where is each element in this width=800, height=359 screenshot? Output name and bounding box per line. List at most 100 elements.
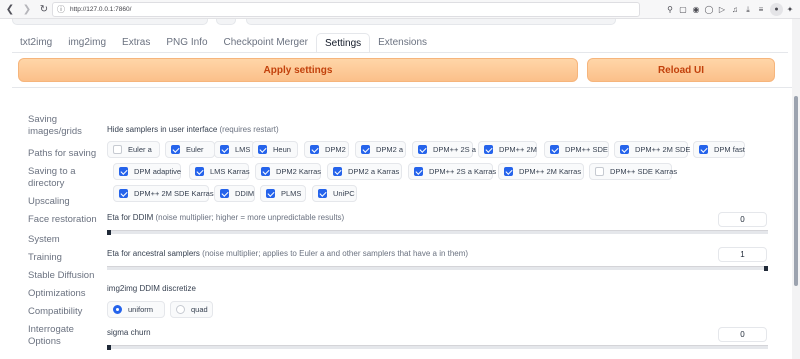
eta-ancestral-input[interactable]: 1 (718, 247, 767, 262)
sampler-option-heun[interactable]: Heun (252, 141, 298, 158)
checkbox-checked[interactable] (119, 167, 128, 176)
checkbox-checked[interactable] (699, 145, 708, 154)
radio-selected[interactable] (113, 305, 122, 314)
sigma-churn-slider[interactable] (107, 345, 768, 350)
sampler-option-dpmpp-sde[interactable]: DPM++ SDE (544, 141, 609, 158)
radio-unselected[interactable] (176, 305, 185, 314)
sidebar-item-system[interactable]: System (28, 234, 98, 246)
checkbox-checked[interactable] (195, 167, 204, 176)
tab-checkpoint-merger[interactable]: Checkpoint Merger (216, 33, 316, 53)
sampler-option-plms[interactable]: PLMS (260, 185, 306, 202)
sampler-option-dpmpp-2m-sde[interactable]: DPM++ 2M SDE (614, 141, 690, 158)
checkbox-checked[interactable] (504, 167, 513, 176)
eta-ddim-slider[interactable] (107, 230, 768, 235)
checkbox-checked[interactable] (620, 145, 629, 154)
tab-png-info[interactable]: PNG Info (158, 33, 215, 53)
eta-ddim-slider-handle[interactable] (107, 230, 111, 235)
media-icon[interactable]: ♫ (729, 2, 741, 17)
sigma-churn-input[interactable]: 0 (718, 327, 767, 342)
eta-ancestral-slider-handle[interactable] (764, 266, 768, 271)
sidebar-item-compatibility[interactable]: Compatibility (28, 306, 98, 318)
sidebar-item-saving-images-grids[interactable]: Saving images/grids (28, 114, 98, 138)
sidebar-item-optimizations[interactable]: Optimizations (28, 288, 98, 300)
send-icon[interactable]: ▷ (716, 2, 728, 17)
sampler-option-dpm2[interactable]: DPM2 (304, 141, 349, 158)
sampler-option-euler-a[interactable]: Euler a (107, 141, 160, 158)
checkbox-checked[interactable] (119, 189, 128, 198)
checkbox-checked[interactable] (266, 189, 275, 198)
eta-ddim-note: (noise multiplier; higher = more unpredi… (155, 213, 345, 222)
tab-img2img[interactable]: img2img (60, 33, 114, 53)
checkbox-checked[interactable] (333, 167, 342, 176)
profile-icon[interactable]: ● (770, 3, 783, 16)
sampler-option-dpmpp-2s-a-karras[interactable]: DPM++ 2S a Karras (408, 163, 496, 180)
sampler-option-dpmpp-2s-a[interactable]: DPM++ 2S a (412, 141, 476, 158)
sampler-option-dpm2-a[interactable]: DPM2 a (355, 141, 406, 158)
sidebar-item-saving-to-a-directory[interactable]: Saving to a directory (28, 166, 98, 190)
tab-settings[interactable]: Settings (316, 33, 371, 53)
sidebar-item-training[interactable]: Training (28, 252, 98, 264)
sampler-option-label: DPM2 (325, 145, 346, 154)
checkbox-checked[interactable] (310, 145, 319, 154)
sidebar-item-paths-for-saving[interactable]: Paths for saving (28, 148, 98, 160)
sampler-option-lms-karras[interactable]: LMS Karras (189, 163, 250, 180)
sampler-option-label: LMS Karras (210, 167, 250, 176)
checkbox-checked[interactable] (258, 145, 267, 154)
checkbox-checked[interactable] (171, 145, 180, 154)
search-icon[interactable]: ⚲ (664, 2, 676, 17)
checkbox-unchecked[interactable] (113, 145, 122, 154)
sampler-option-dpmpp-sde-karras[interactable]: DPM++ SDE Karras (589, 163, 677, 180)
sidebar-item-face-restoration[interactable]: Face restoration (28, 214, 98, 226)
eta-ancestral-label-text: Eta for ancestral samplers (107, 249, 200, 258)
sidebar-item-stable-diffusion[interactable]: Stable Diffusion (28, 270, 98, 282)
discretize-option-uniform[interactable]: uniform (107, 301, 165, 318)
sampler-option-dpm-adaptive[interactable]: DPM adaptive (113, 163, 181, 180)
page-scrollbar-thumb[interactable] (794, 96, 798, 286)
prior-button-stub (216, 19, 236, 25)
sampler-option-euler[interactable]: Euler (165, 141, 215, 158)
sampler-option-ddim[interactable]: DDIM (214, 185, 255, 202)
sampler-option-dpmpp-2m-sde-karras[interactable]: DPM++ 2M SDE Karras (113, 185, 214, 202)
checkbox-checked[interactable] (418, 145, 427, 154)
apply-settings-button[interactable]: Apply settings (18, 58, 578, 82)
discretize-option-quad[interactable]: quad (170, 301, 213, 318)
tab-txt2img[interactable]: txt2img (12, 33, 60, 53)
sidebar-item-interrogate-options[interactable]: Interrogate Options (28, 324, 98, 348)
checkbox-checked[interactable] (414, 167, 423, 176)
sampler-option-dpmpp-2m-karras[interactable]: DPM++ 2M Karras (498, 163, 584, 180)
sigma-churn-slider-handle[interactable] (107, 345, 111, 350)
site-info-icon[interactable]: ⓘ (57, 4, 65, 15)
sidebar-item-upscaling[interactable]: Upscaling (28, 196, 98, 208)
tab-extensions[interactable]: Extensions (370, 33, 435, 53)
checkbox-checked[interactable] (261, 167, 270, 176)
sampler-option-label: DPM++ SDE (565, 145, 608, 154)
tab-extras[interactable]: Extras (114, 33, 158, 53)
eta-ancestral-slider[interactable] (107, 266, 768, 271)
extensions-icon[interactable]: ✦ (784, 2, 796, 17)
checkbox-checked[interactable] (484, 145, 493, 154)
reload-ui-button[interactable]: Reload UI (587, 58, 775, 82)
menu-icon[interactable]: ≡ (755, 2, 767, 17)
url-bar[interactable]: ⓘ http://127.0.0.1:7860/ (52, 2, 640, 17)
screenshot-icon[interactable]: ▢ (677, 2, 689, 17)
sampler-option-dpm-fast[interactable]: DPM fast (693, 141, 745, 158)
sampler-option-dpm2-a-karras[interactable]: DPM2 a Karras (327, 163, 402, 180)
sampler-option-dpm2-karras[interactable]: DPM2 Karras (255, 163, 321, 180)
sampler-option-lms[interactable]: LMS (214, 141, 255, 158)
forward-icon[interactable]: ❯ (20, 2, 34, 16)
sampler-option-dpmpp-2m[interactable]: DPM++ 2M (478, 141, 537, 158)
reload-icon[interactable]: ↻ (37, 2, 51, 16)
camera-icon[interactable]: ◉ (690, 2, 702, 17)
checkbox-checked[interactable] (361, 145, 370, 154)
checkbox-unchecked[interactable] (595, 167, 604, 176)
checkbox-checked[interactable] (318, 189, 327, 198)
eta-ddim-input[interactable]: 0 (718, 212, 767, 227)
vpn-icon[interactable]: ◯ (703, 2, 715, 17)
checkbox-checked[interactable] (220, 145, 229, 154)
back-icon[interactable]: ❮ (3, 2, 17, 16)
download-icon[interactable]: ⤓ (742, 2, 754, 17)
checkbox-checked[interactable] (220, 189, 229, 198)
sampler-option-label: DPM2 Karras (276, 167, 322, 176)
sampler-option-unipc[interactable]: UniPC (312, 185, 357, 202)
checkbox-checked[interactable] (550, 145, 559, 154)
